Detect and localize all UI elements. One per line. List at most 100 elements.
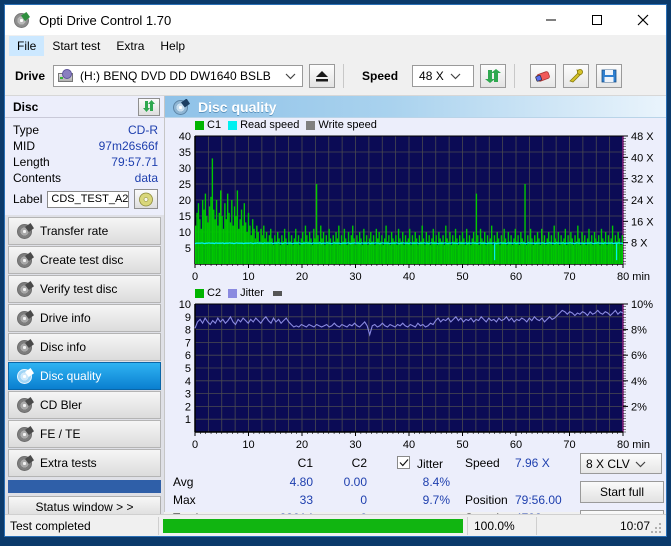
menu-item-file[interactable]: File [9,36,45,56]
chart2-legend: C2 Jitter [165,286,666,300]
tools-button[interactable] [563,64,590,88]
refresh-drive-button[interactable] [480,64,507,88]
chevron-down-icon [450,69,461,83]
c1-chart: 5 10 15 20 25 30 35 40 0 10 20 30 40 50 60 70 80 min 8 X 1… [165,132,666,284]
disc-mid-label: MID [13,139,35,153]
save-icon [601,69,617,83]
sidebar-item-verify-test-disc[interactable]: Verify test disc [8,275,161,303]
menu-item-help[interactable]: Help [152,36,193,56]
svg-text:30: 30 [349,271,361,283]
sidebar-item-disc-info[interactable]: Disc info [8,333,161,361]
svg-text:35: 35 [179,147,191,159]
jitter-checkbox[interactable] [397,456,410,470]
status-text: Test completed [10,518,91,533]
disc-label-input[interactable]: CDS_TEST_A2 [47,190,130,208]
sidebar-item-transfer-rate[interactable]: Transfer rate [8,217,161,245]
disc-contents-label: Contents [13,171,62,185]
clv-value: 8 X CLV [586,456,630,471]
page-title: Disc quality [198,98,277,115]
check-icon [399,459,408,467]
disc-info-row-length: Length 79:57.71 [13,154,158,170]
sidebar-item-label: Create test disc [40,253,124,267]
jitter-chart: 1 2 3 4 5 6 7 8 9 10 0 10 20 30 40 50 60 70 80 min 2% 4% 6% 8%… [165,300,666,452]
svg-text:4: 4 [185,376,191,388]
svg-text:0: 0 [192,439,198,451]
disc-icon [16,426,34,442]
svg-text:10: 10 [242,271,254,283]
svg-text:4%: 4% [631,376,647,388]
stats-avg-c1: 4.80 [289,475,313,489]
drive-label: Drive [15,69,46,83]
menu-bar: File Start test Extra Help [5,35,666,57]
svg-text:48 X: 48 X [631,132,654,143]
minimize-button[interactable] [528,5,574,35]
sidebar-item-label: Extra tests [40,456,97,470]
legend-item-c1: C1 [195,119,221,131]
start-full-button[interactable]: Start full [580,481,664,503]
stats-avg-jitter: 8.4% [422,475,450,489]
disc-icon [16,223,34,239]
jitter-checkbox-label: Jitter [417,457,444,471]
sidebar: Disc Type CD-R MID 97m26s66f Length 79:5… [5,96,165,518]
sidebar-item-label: Disc info [40,340,87,354]
resize-grip[interactable] [651,521,663,533]
svg-text:10: 10 [179,300,191,311]
svg-text:20: 20 [296,439,308,451]
svg-text:1: 1 [185,414,191,426]
svg-text:25: 25 [179,179,191,191]
sidebar-item-extra-tests[interactable]: Extra tests [8,449,161,477]
sidebar-spacer [8,480,161,493]
svg-text:16 X: 16 X [631,216,654,228]
sidebar-item-label: Disc quality [40,369,102,383]
toolbar-divider-1 [343,64,345,88]
legend-item-write-speed: Write speed [306,119,377,131]
disc-label-button[interactable] [134,189,158,209]
svg-text:2: 2 [185,401,191,413]
disc-type-value: CD-R [128,123,158,137]
legend-item-read-speed: Read speed [228,119,299,131]
speed-select[interactable]: 48 X [412,65,475,87]
svg-text:40: 40 [179,132,191,143]
svg-text:5: 5 [185,363,191,375]
drive-select[interactable]: (H:) BENQ DVD DD DW1640 BSLB [53,65,304,87]
eject-icon [316,71,329,82]
refresh-disc-button[interactable] [138,97,160,116]
svg-text:20: 20 [179,195,191,207]
stats-col-header-c1: C1 [297,456,313,470]
disc-icon [16,339,34,355]
disc-length-label: Length [13,155,50,169]
svg-text:70: 70 [563,439,575,451]
menu-item-start-test[interactable]: Start test [44,36,108,56]
sidebar-nav: Transfer rate Create test disc Verify te… [5,215,164,518]
save-button[interactable] [596,64,623,88]
svg-text:10%: 10% [631,300,653,311]
progress-percent: 100.0% [474,518,515,533]
sidebar-item-create-test-disc[interactable]: Create test disc [8,246,161,274]
sidebar-item-label: CD Bler [40,398,83,412]
close-button[interactable] [620,5,666,35]
svg-text:8: 8 [185,325,191,337]
sidebar-item-fe-te[interactable]: FE / TE [8,420,161,448]
progress-bar [163,518,463,533]
sidebar-item-cd-bler[interactable]: CD Bler [8,391,161,419]
cd-icon [139,192,154,206]
stats-col-header-c2: C2 [351,456,367,470]
erase-button[interactable] [530,64,557,88]
sidebar-item-disc-quality[interactable]: Disc quality [8,362,161,390]
sidebar-item-label: FE / TE [40,427,81,441]
toolbar: Drive (H:) BENQ DVD DD DW1640 BSLB Speed… [5,57,666,96]
maximize-button[interactable] [574,5,620,35]
sidebar-item-drive-info[interactable]: Drive info [8,304,161,332]
disc-panel-header: Disc [5,96,164,118]
disc-label-row: Label CDS_TEST_A2 [13,189,158,213]
legend-item-c2: C2 [195,287,221,299]
legend-label: Write speed [318,119,377,131]
clv-select[interactable]: 8 X CLV [580,453,662,474]
refresh-icon [485,69,502,83]
disc-info-row-contents: Contents data [13,170,158,186]
eject-button[interactable] [309,64,336,88]
menu-item-extra[interactable]: Extra [108,36,152,56]
drive-icon [58,69,74,83]
chevron-down-icon [635,457,646,471]
disc-panel-title: Disc [13,99,39,114]
